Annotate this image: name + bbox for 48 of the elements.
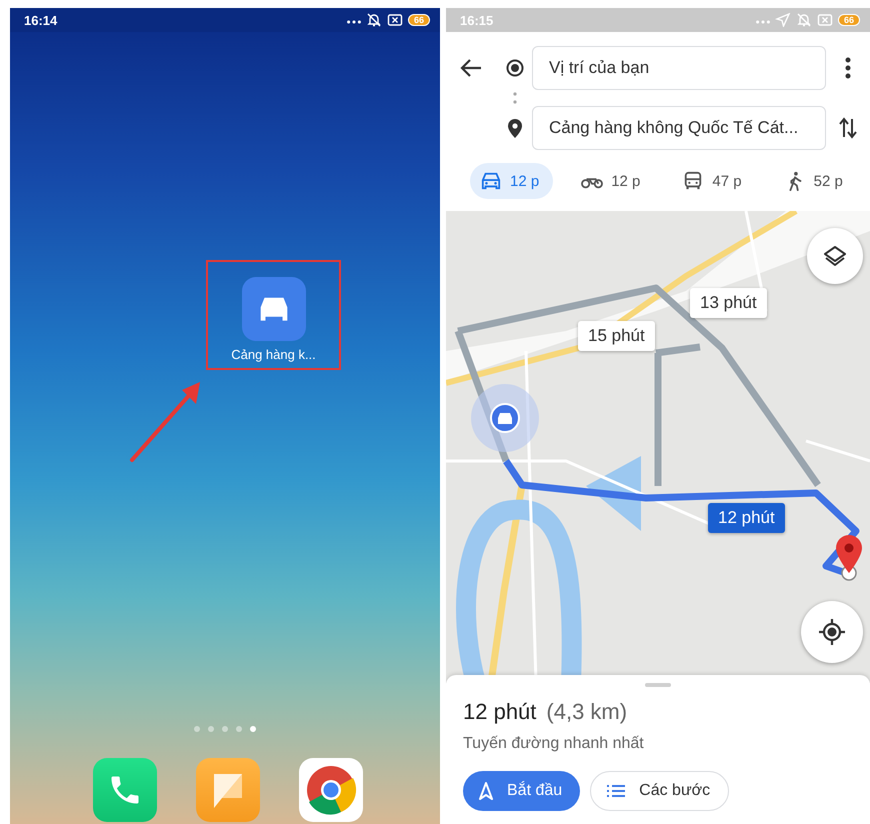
dotted-connector-icon [513,91,517,105]
destination-pin-icon [508,118,522,138]
browser-app-icon[interactable] [299,758,363,822]
battery-indicator: 66 [408,14,430,26]
drag-handle[interactable] [645,683,671,687]
start-button[interactable]: Bắt đầu [463,771,580,811]
travel-mode-tab[interactable]: 47 p [672,163,756,199]
battery-indicator: 66 [838,14,860,26]
location-arrow-icon [774,13,791,27]
route-duration: 12 phút [463,699,536,725]
phone-app-icon[interactable] [93,758,157,822]
travel-mode-tab[interactable]: 52 p [774,163,857,199]
bell-off-icon [796,13,812,27]
back-arrow-icon[interactable] [460,59,482,77]
page-indicator-dot[interactable] [222,726,228,732]
page-indicator-dot[interactable] [194,726,200,732]
sim-x-icon [816,13,833,27]
origin-dot-icon [506,59,524,77]
page-indicator-dot[interactable] [250,726,256,732]
more-icon [346,20,361,24]
destination-field[interactable]: Cảng hàng không Quốc Tế Cát... [532,106,826,150]
route-time-label[interactable]: 12 phút [708,503,785,533]
destination-marker-icon [835,535,863,581]
car-icon [480,171,502,191]
more-icon [756,20,770,24]
route-time-label[interactable]: 13 phút [690,288,767,318]
page-indicator-dot[interactable] [236,726,242,732]
more-options-icon[interactable] [845,57,851,79]
travel-mode-tab[interactable]: 12 p [571,163,654,199]
clock-time: 16:14 [24,12,58,28]
route-time-label[interactable]: 15 phút [578,321,655,351]
page-indicator-dot[interactable] [208,726,214,732]
app-shortcut-icon[interactable] [242,277,306,341]
list-icon [607,784,626,798]
messages-app-icon[interactable] [196,758,260,822]
sim-x-icon [386,13,403,27]
car-location-marker [490,403,520,433]
origin-field[interactable]: Vị trí của bạn [532,46,826,90]
route-description: Tuyến đường nhanh nhất [463,735,645,753]
travel-mode-tab[interactable]: 12 p [470,163,554,199]
navigation-arrow-icon [479,782,493,800]
shortcut-label: Cảng hàng k... [231,347,316,362]
layers-icon [823,244,847,268]
my-location-icon [818,618,846,646]
steps-button[interactable]: Các bước [590,771,730,811]
route-distance: (4,3 km) [546,699,628,725]
bell-off-icon [366,13,382,27]
swap-icon[interactable] [839,117,857,139]
